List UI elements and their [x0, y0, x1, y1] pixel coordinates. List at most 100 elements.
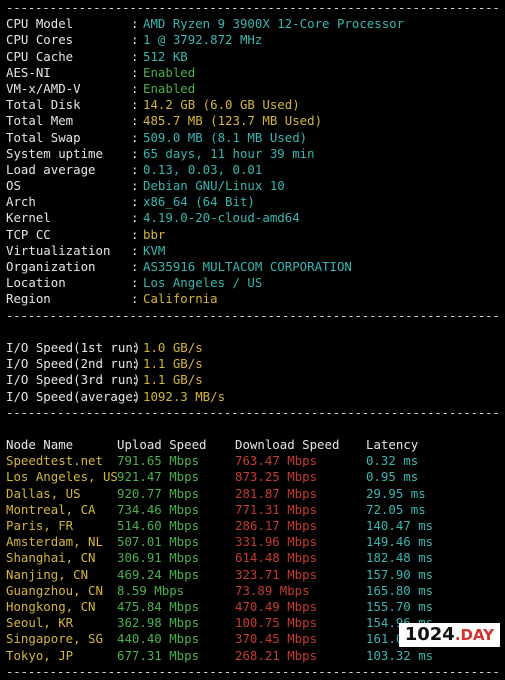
sysinfo-row: Kernel:4.19.0-20-cloud-amd64: [6, 210, 500, 226]
node-name: Shanghai, CN: [6, 550, 96, 566]
io-speed-row: I/O Speed(1st run):1.0 GB/s: [6, 340, 500, 356]
node-name: Los Angeles, US: [6, 469, 118, 485]
sysinfo-value: Enabled: [143, 64, 196, 80]
sysinfo-value: 485.7 MB (123.7 MB Used): [143, 113, 323, 129]
sysinfo-row: CPU Cores:1 @ 3792.872 MHz: [6, 32, 500, 48]
upload-speed: 440.40 Mbps: [117, 631, 200, 647]
sysinfo-row: Load average:0.13, 0.03, 0.01: [6, 162, 500, 178]
sysinfo-key: TCP CC: [6, 226, 51, 242]
io-speed-value: 1.1 GB/s: [143, 356, 203, 372]
speedtest-row: Guangzhou, CN 8.59 Mbps 73.89 Mbps 165.80 m…: [6, 583, 500, 599]
watermark-suffix: .DAY: [454, 626, 494, 644]
io-speed-row: I/O Speed(average):1092.3 MB/s: [6, 389, 500, 405]
colon-separator: :: [131, 194, 139, 210]
download-speed: 873.25 Mbps: [235, 469, 318, 485]
sysinfo-value: AMD Ryzen 9 3900X 12-Core Processor: [143, 16, 405, 32]
sysinfo-key: Virtualization: [6, 242, 111, 258]
sysinfo-key: Location: [6, 275, 66, 291]
sysinfo-value: 509.0 MB (8.1 MB Used): [143, 129, 308, 145]
sysinfo-value: KVM: [143, 242, 166, 258]
upload-speed: 734.46 Mbps: [117, 501, 200, 517]
colon-separator: :: [131, 145, 139, 161]
io-speed-row: I/O Speed(2nd run):1.1 GB/s: [6, 356, 500, 372]
download-speed: 771.31 Mbps: [235, 501, 318, 517]
site-watermark-logo: 1024.DAY: [398, 623, 500, 647]
node-name: Amsterdam, NL: [6, 534, 103, 550]
sysinfo-value: Los Angeles / US: [143, 275, 263, 291]
node-name: Singapore, SG: [6, 631, 103, 647]
sysinfo-value: AS35916 MULTACOM CORPORATION: [143, 259, 352, 274]
node-name: Hongkong, CN: [6, 598, 96, 614]
colon-separator: :: [131, 48, 139, 64]
io-speed-row: I/O Speed(3rd run):1.1 GB/s: [6, 372, 500, 388]
sysinfo-value: California: [143, 291, 218, 307]
speedtest-row: Dallas, US 920.77 Mbps 281.87 Mbps 29.95 ms: [6, 486, 500, 502]
node-name: Nanjing, CN: [6, 566, 89, 582]
upload-speed: 791.65 Mbps: [117, 453, 200, 469]
colon-separator: :: [131, 178, 139, 194]
colon-separator: :: [131, 97, 139, 113]
sysinfo-value: x86_64 (64 Bit): [143, 194, 255, 210]
colon-separator: :: [131, 113, 139, 129]
latency: 0.32 ms: [366, 453, 419, 469]
io-speed-key: I/O Speed(3rd run): [6, 372, 141, 388]
download-speed: 100.75 Mbps: [235, 615, 318, 631]
node-name: Dallas, US: [6, 485, 81, 501]
upload-speed: 362.98 Mbps: [117, 615, 200, 631]
latency: 149.46 ms: [366, 534, 434, 550]
colon-separator: :: [131, 275, 139, 291]
sysinfo-row: Total Swap:509.0 MB (8.1 MB Used): [6, 130, 500, 146]
colon-separator: :: [131, 388, 139, 404]
io-speed-key: I/O Speed(1st run): [6, 339, 141, 355]
sysinfo-value: 0.13, 0.03, 0.01: [143, 161, 263, 177]
node-name: Guangzhou, CN: [6, 582, 103, 598]
download-speed: 331.96 Mbps: [235, 534, 318, 550]
sysinfo-key: Total Mem: [6, 113, 74, 129]
terminal-output: ----------------------------------------…: [6, 0, 500, 680]
io-speed-key: I/O Speed(2nd run): [6, 356, 141, 372]
colon-separator: :: [131, 242, 139, 258]
divider-top: ----------------------------------------…: [6, 0, 500, 15]
node-name: Paris, FR: [6, 518, 74, 533]
sysinfo-row: VM-x/AMD-V: Enabled: [6, 81, 500, 97]
latency: 140.47 ms: [366, 518, 434, 533]
speedtest-row: Hongkong, CN 475.84 Mbps 470.49 Mbps 155.70…: [6, 599, 500, 615]
watermark-number: 1024: [404, 624, 455, 645]
header-node-name: Node Name: [6, 437, 74, 453]
sysinfo-row: Total Disk:14.2 GB (6.0 GB Used): [6, 97, 500, 113]
latency: 0.95 ms: [366, 469, 419, 485]
colon-separator: :: [131, 64, 139, 80]
sysinfo-row: System uptime:65 days, 11 hour 39 min: [6, 146, 500, 162]
divider-speedtest: ----------------------------------------…: [6, 404, 500, 420]
download-speed: 323.71 Mbps: [235, 566, 318, 582]
sysinfo-key: AES-NI: [6, 64, 51, 80]
sysinfo-key: CPU Cores: [6, 32, 74, 48]
node-name: Speedtest.net: [6, 453, 103, 469]
io-speed-key: I/O Speed(average): [6, 388, 141, 404]
header-latency: Latency: [366, 437, 419, 453]
colon-separator: :: [131, 210, 139, 226]
sysinfo-key: Total Disk: [6, 97, 81, 113]
speedtest-row: Los Angeles, US 921.47 Mbps 873.25 Mbps 0.9…: [6, 469, 500, 485]
system-info-block: CPU Model: AMD Ryzen 9 3900X 12-Core Proc…: [6, 16, 500, 307]
colon-separator: :: [131, 129, 139, 145]
sysinfo-row: Region: California: [6, 291, 500, 307]
speedtest-row: Speedtest.net 791.65 Mbps 763.47 Mbps 0.32 …: [6, 453, 500, 469]
colon-separator: :: [131, 32, 139, 48]
speedtest-row: Nanjing, CN 469.24 Mbps 323.71 Mbps 157.90 …: [6, 567, 500, 583]
sysinfo-key: Region: [6, 291, 51, 307]
sysinfo-value: 1 @ 3792.872 MHz: [143, 32, 263, 48]
node-name: Seoul, KR: [6, 615, 74, 631]
download-speed: 614.48 Mbps: [235, 550, 318, 566]
latency: 155.70 ms: [366, 598, 434, 614]
latency: 29.95 ms: [366, 485, 426, 501]
upload-speed: 306.91 Mbps: [117, 550, 200, 566]
latency: 182.48 ms: [366, 550, 434, 566]
sysinfo-key: CPU Model: [6, 16, 74, 32]
download-speed: 73.89 Mbps: [235, 582, 310, 598]
io-speed-block: I/O Speed(1st run):1.0 GB/s I/O Speed(2nd…: [6, 340, 500, 405]
upload-speed: 920.77 Mbps: [117, 485, 200, 501]
sysinfo-value: 4.19.0-20-cloud-amd64: [143, 210, 300, 226]
node-name: Montreal, CA: [6, 501, 96, 517]
